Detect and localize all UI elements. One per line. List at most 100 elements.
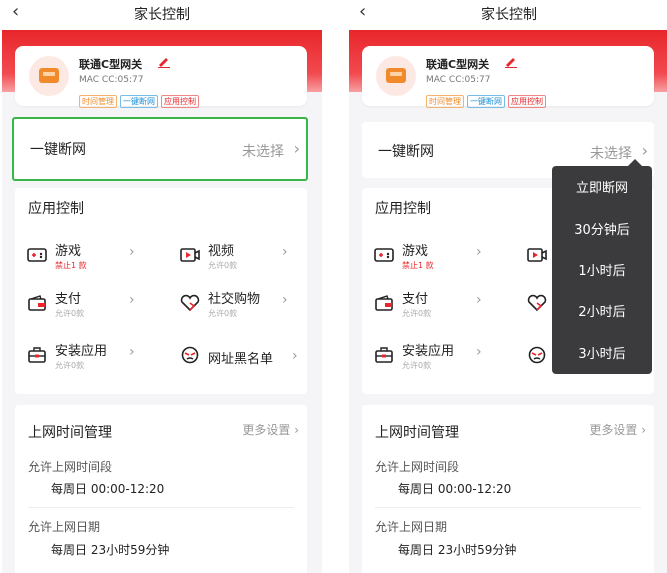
nav-bar: ‹ 家长控制	[2, 0, 322, 30]
device-mac: MAC CC:05:77	[79, 75, 144, 85]
app-item-install[interactable]: 安装应用 允许0款 ›	[27, 340, 167, 376]
game-icon	[27, 248, 47, 262]
period-value[interactable]: 每周日 00:00-12:20	[398, 480, 511, 497]
tag-app: 应用控制	[161, 95, 199, 108]
app-item-sub: 禁止1 款	[55, 261, 87, 270]
device-mac: MAC CC:05:77	[426, 75, 491, 85]
cut-time-popup: 立即断网 30分钟后 1小时后 2小时后 3小时后	[552, 159, 652, 374]
tag-time: 时间管理	[426, 95, 464, 108]
video-icon	[527, 248, 547, 262]
date-label: 允许上网日期	[28, 520, 101, 534]
app-item-sub: 允许0款	[55, 309, 85, 318]
app-item-sub: 允许0款	[402, 361, 432, 370]
time-mgmt-title: 上网时间管理	[375, 425, 459, 441]
app-item-game[interactable]: 游戏 禁止1 款 ›	[374, 240, 514, 276]
popup-option-3h[interactable]: 3小时后	[552, 343, 652, 362]
chevron-right-icon: ›	[129, 244, 135, 260]
chevron-right-icon: ›	[476, 244, 482, 260]
wallet-icon	[28, 295, 46, 311]
divider	[375, 507, 641, 508]
screen-left: ‹ 家长控制 联通C型网关 MAC CC:05:77 时间管理 一键断网 应用控制 …	[2, 0, 322, 573]
app-item-url-blacklist[interactable]: 网址黑名单 ›	[180, 340, 320, 376]
app-item-name: 视频	[208, 244, 235, 259]
popup-option-1h[interactable]: 1小时后	[552, 260, 652, 279]
period-label: 允许上网时间段	[375, 460, 460, 474]
app-item-sub: 允许0款	[208, 309, 238, 318]
game-icon	[374, 248, 394, 262]
divider	[28, 507, 294, 508]
period-label: 允许上网时间段	[28, 460, 113, 474]
chevron-right-icon: ›	[641, 141, 648, 160]
chevron-right-icon: ›	[282, 244, 288, 260]
more-settings-link[interactable]: 更多设置 ›	[242, 421, 299, 438]
app-item-name: 支付	[402, 292, 429, 307]
app-item-sub: 禁止1 款	[402, 261, 434, 270]
time-mgmt-card: 上网时间管理 更多设置 › 允许上网时间段 每周日 00:00-12:20 允许…	[362, 405, 654, 573]
chevron-right-icon: ›	[129, 292, 135, 308]
date-value[interactable]: 每周日 23小时59分钟	[51, 541, 169, 558]
wallet-icon	[375, 295, 393, 311]
app-item-name: 游戏	[55, 244, 82, 259]
date-label: 允许上网日期	[375, 520, 448, 534]
time-mgmt-card: 上网时间管理 更多设置 › 允许上网时间段 每周日 00:00-12:20 允许…	[15, 405, 307, 573]
popup-option-30min[interactable]: 30分钟后	[552, 219, 652, 238]
one-key-cut-label: 一键断网	[378, 144, 434, 160]
app-item-name: 安装应用	[402, 344, 455, 359]
app-item-pay[interactable]: 支付 允许0款 ›	[374, 288, 514, 324]
app-item-social[interactable]: 社交购物 允许0款 ›	[180, 288, 320, 324]
more-settings-link[interactable]: 更多设置 ›	[589, 421, 646, 438]
one-key-cut-value: 未选择	[242, 144, 284, 160]
app-item-video[interactable]: 视频 允许0款 ›	[180, 240, 320, 276]
tag-cut: 一键断网	[467, 95, 505, 108]
app-item-sub: 允许0款	[402, 309, 432, 318]
app-item-install[interactable]: 安装应用 允许0款 ›	[374, 340, 514, 376]
pencil-icon[interactable]	[157, 56, 171, 68]
app-item-name: 社交购物	[208, 292, 261, 307]
pencil-icon[interactable]	[504, 56, 518, 68]
date-value[interactable]: 每周日 23小时59分钟	[398, 541, 516, 558]
popup-option-2h[interactable]: 2小时后	[552, 301, 652, 320]
toolbox-icon	[28, 347, 46, 363]
app-item-name: 游戏	[402, 244, 429, 259]
device-name: 联通C型网关	[426, 58, 490, 71]
heart-icon	[527, 294, 547, 312]
page-title: 家长控制	[134, 7, 190, 23]
one-key-cut-label: 一键断网	[30, 142, 86, 158]
tag-cut: 一键断网	[120, 95, 158, 108]
app-control-card: 应用控制 游戏 禁止1 款 › 视频 允许0款 › 支付 允许0款 › 社交购物…	[15, 188, 307, 394]
chevron-right-icon: ›	[292, 348, 298, 364]
mask-icon	[181, 346, 199, 364]
device-card[interactable]: 联通C型网关 MAC CC:05:77 时间管理 一键断网 应用控制	[362, 46, 654, 108]
heart-icon	[180, 294, 200, 312]
nav-bar: ‹ 家长控制	[349, 0, 667, 30]
time-mgmt-title: 上网时间管理	[28, 425, 112, 441]
chevron-right-icon: ›	[476, 344, 482, 360]
app-item-pay[interactable]: 支付 允许0款 ›	[27, 288, 167, 324]
page-title: 家长控制	[481, 7, 537, 23]
app-item-sub: 允许0款	[208, 261, 238, 270]
app-item-name: 安装应用	[55, 344, 108, 359]
app-item-name: 支付	[55, 292, 82, 307]
app-control-title: 应用控制	[28, 201, 84, 217]
chevron-right-icon: ›	[282, 292, 288, 308]
mask-icon	[528, 346, 546, 364]
popup-option-now[interactable]: 立即断网	[552, 177, 652, 196]
chevron-right-icon: ›	[293, 139, 300, 158]
one-key-cut-value: 未选择	[590, 146, 632, 162]
tag-app: 应用控制	[508, 95, 546, 108]
app-control-title: 应用控制	[375, 201, 431, 217]
device-name: 联通C型网关	[79, 58, 143, 71]
popup-arrow	[628, 159, 642, 166]
chevron-right-icon: ›	[476, 292, 482, 308]
period-value[interactable]: 每周日 00:00-12:20	[51, 480, 164, 497]
chevron-right-icon: ›	[129, 344, 135, 360]
app-item-name: 网址黑名单	[208, 352, 274, 367]
router-icon	[29, 56, 69, 96]
feature-tags: 时间管理 一键断网 应用控制	[79, 89, 202, 108]
feature-tags: 时间管理 一键断网 应用控制	[426, 89, 549, 108]
app-item-game[interactable]: 游戏 禁止1 款 ›	[27, 240, 167, 276]
toolbox-icon	[375, 347, 393, 363]
video-icon	[180, 248, 200, 262]
one-key-cut-row[interactable]: 一键断网 未选择 ›	[12, 117, 308, 181]
device-card[interactable]: 联通C型网关 MAC CC:05:77 时间管理 一键断网 应用控制	[15, 46, 307, 108]
